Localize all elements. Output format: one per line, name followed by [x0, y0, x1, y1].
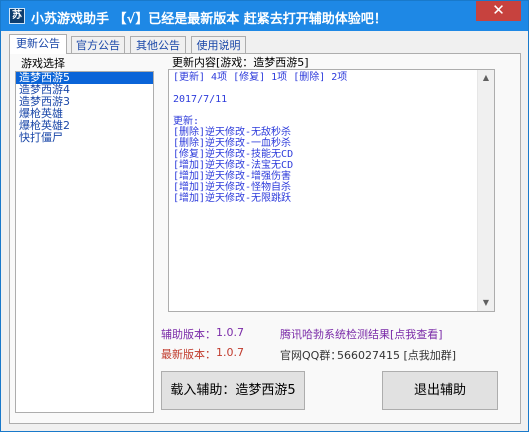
close-button[interactable]: ✕: [476, 1, 521, 21]
scroll-up-arrow-icon[interactable]: ▲: [478, 70, 494, 86]
close-icon: ✕: [492, 1, 505, 19]
qq-group-link[interactable]: 566027415 [点我加群]: [337, 347, 456, 363]
update-content-label: 更新内容[游戏：造梦西游5]: [171, 54, 310, 70]
title-bar[interactable]: 苏 小苏游戏助手 【√】已经是最新版本 赶紧去打开辅助体验吧！ ✕: [1, 1, 528, 31]
game-select-label: 游戏选择: [20, 55, 66, 71]
current-version-value: 1.0.7: [216, 326, 244, 339]
load-assist-button[interactable]: 载入辅助：造梦西游5: [161, 371, 305, 410]
exit-assist-button[interactable]: 退出辅助: [382, 371, 498, 410]
tab-usage-instructions[interactable]: 使用说明: [191, 36, 246, 53]
game-list-item[interactable]: 快打僵尸: [16, 132, 153, 144]
tab-official-notice[interactable]: 官方公告: [71, 36, 125, 53]
tab-other-notice[interactable]: 其他公告: [130, 36, 186, 53]
window-title: 小苏游戏助手 【√】已经是最新版本 赶紧去打开辅助体验吧！: [31, 12, 387, 27]
update-content-text: [更新] 4项 [修复] 1项 [删除] 2项 2017/7/11 更新: [删…: [173, 72, 348, 204]
update-content-textarea[interactable]: [更新] 4项 [修复] 1项 [删除] 2项 2017/7/11 更新: [删…: [168, 69, 495, 312]
game-list[interactable]: 造梦西游5 造梦西游4 造梦西游3 爆枪英雄 爆枪英雄2 快打僵尸: [15, 71, 154, 413]
tencent-check-link[interactable]: 腾讯哈勃系统检测结果[点我查看]: [280, 326, 443, 342]
main-window: 苏 小苏游戏助手 【√】已经是最新版本 赶紧去打开辅助体验吧！ ✕ 更新公告 官…: [0, 0, 529, 432]
update-content-scrollbar[interactable]: ▲ ▼: [477, 70, 494, 311]
latest-version-value: 1.0.7: [216, 346, 244, 359]
app-icon: 苏: [9, 8, 25, 24]
qq-group-label: 官网QQ群：: [280, 349, 342, 362]
tab-update-notice[interactable]: 更新公告: [9, 34, 67, 54]
scroll-down-arrow-icon[interactable]: ▼: [478, 295, 494, 311]
latest-version-label: 最新版本：: [161, 348, 216, 361]
current-version-label: 辅助版本：: [161, 328, 216, 341]
